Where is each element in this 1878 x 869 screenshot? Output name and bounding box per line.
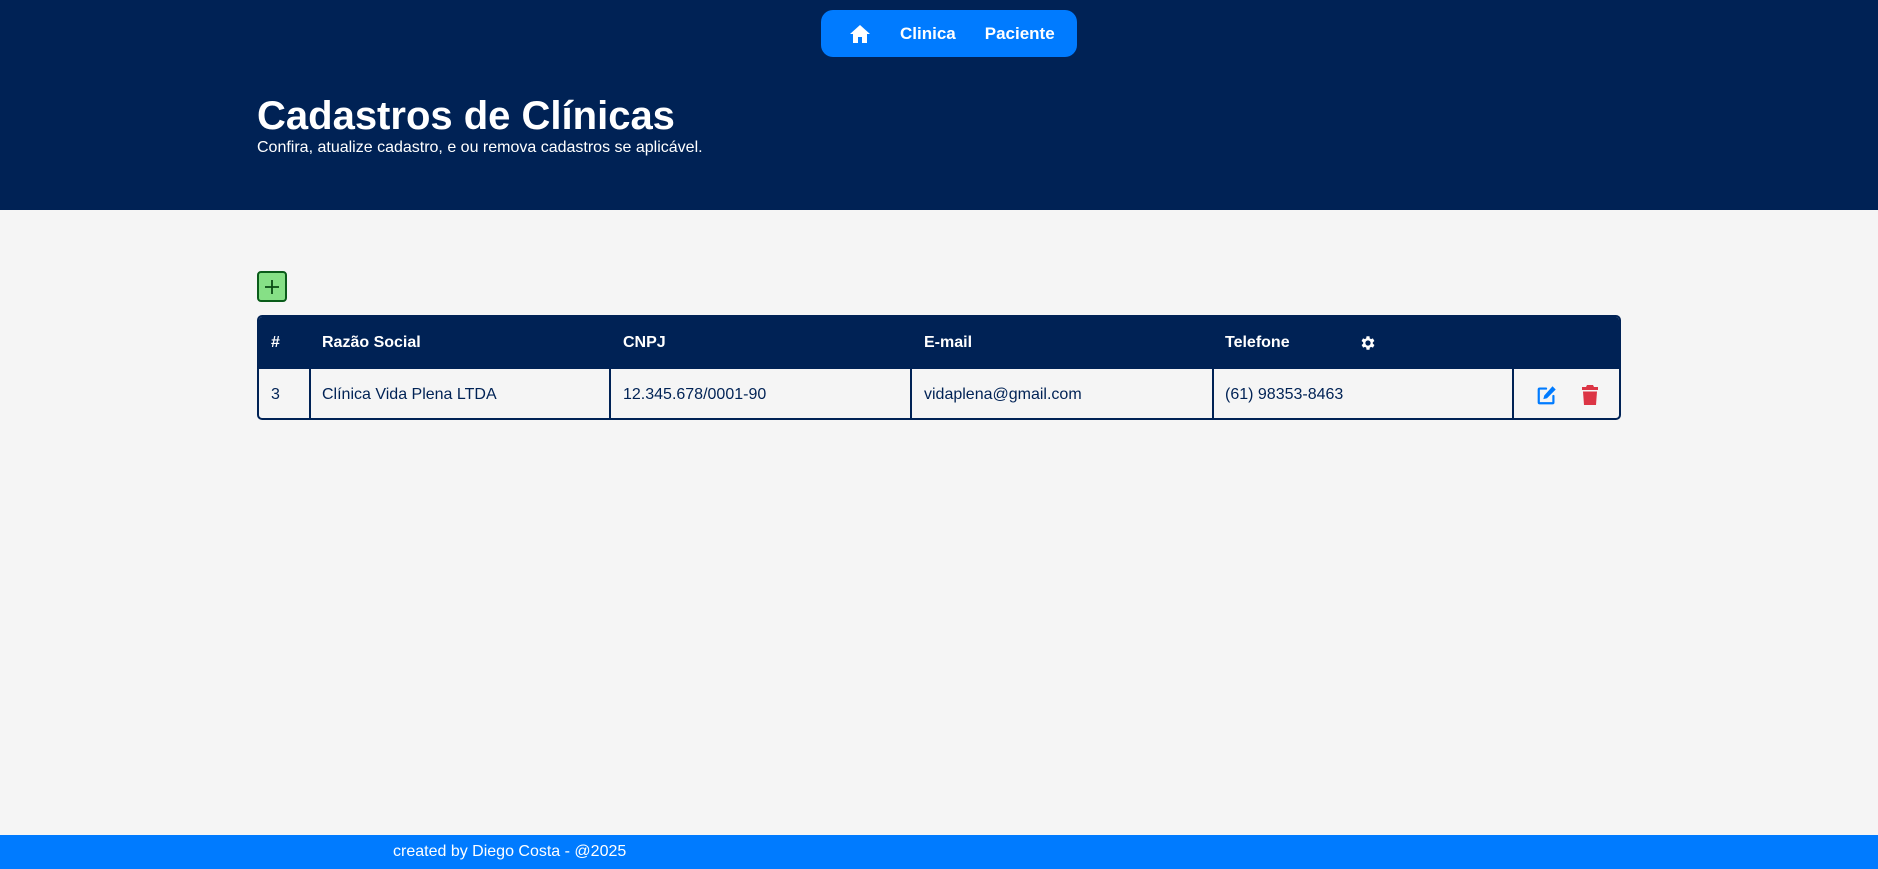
column-header-razao-social: Razão Social bbox=[322, 334, 421, 351]
page-subtitle: Confira, atualize cadastro, e ou remova … bbox=[257, 139, 703, 156]
column-divider bbox=[309, 369, 311, 418]
nav-link-paciente[interactable]: Paciente bbox=[985, 24, 1055, 44]
table-header: # Razão Social CNPJ E-mail Telefone bbox=[259, 317, 1619, 369]
edit-icon[interactable] bbox=[1536, 384, 1558, 406]
column-header-email: E-mail bbox=[924, 334, 973, 351]
footer-credit: created by Diego Costa - @2025 bbox=[393, 843, 627, 860]
add-clinic-button[interactable] bbox=[257, 271, 287, 302]
home-icon[interactable] bbox=[849, 23, 871, 45]
cell-email: vidaplena@gmail.com bbox=[924, 386, 1082, 403]
trash-icon[interactable] bbox=[1581, 384, 1599, 406]
column-header-id: # bbox=[271, 334, 280, 351]
column-header-cnpj: CNPJ bbox=[623, 334, 666, 351]
cell-cnpj: 12.345.678/0001-90 bbox=[623, 386, 767, 403]
plus-icon bbox=[265, 279, 279, 294]
top-nav: Clinica Paciente bbox=[821, 10, 1077, 57]
page-title: Cadastros de Clínicas bbox=[257, 94, 675, 138]
nav-link-clinica[interactable]: Clinica bbox=[900, 24, 956, 44]
cell-telefone: (61) 98353-8463 bbox=[1225, 386, 1344, 403]
cell-razao-social: Clínica Vida Plena LTDA bbox=[322, 386, 497, 403]
column-header-telefone: Telefone bbox=[1225, 334, 1290, 351]
page-footer: created by Diego Costa - @2025 bbox=[0, 835, 1878, 869]
cell-id: 3 bbox=[271, 386, 280, 403]
column-divider bbox=[609, 369, 611, 418]
column-divider bbox=[1512, 369, 1514, 418]
gear-icon bbox=[1361, 336, 1375, 350]
column-divider bbox=[1212, 369, 1214, 418]
column-divider bbox=[910, 369, 912, 418]
table-row: 3 Clínica Vida Plena LTDA 12.345.678/000… bbox=[259, 369, 1619, 418]
clinics-table: # Razão Social CNPJ E-mail Telefone 3 Cl… bbox=[257, 315, 1621, 420]
page-header: Clinica Paciente Cadastros de Clínicas C… bbox=[0, 0, 1878, 210]
